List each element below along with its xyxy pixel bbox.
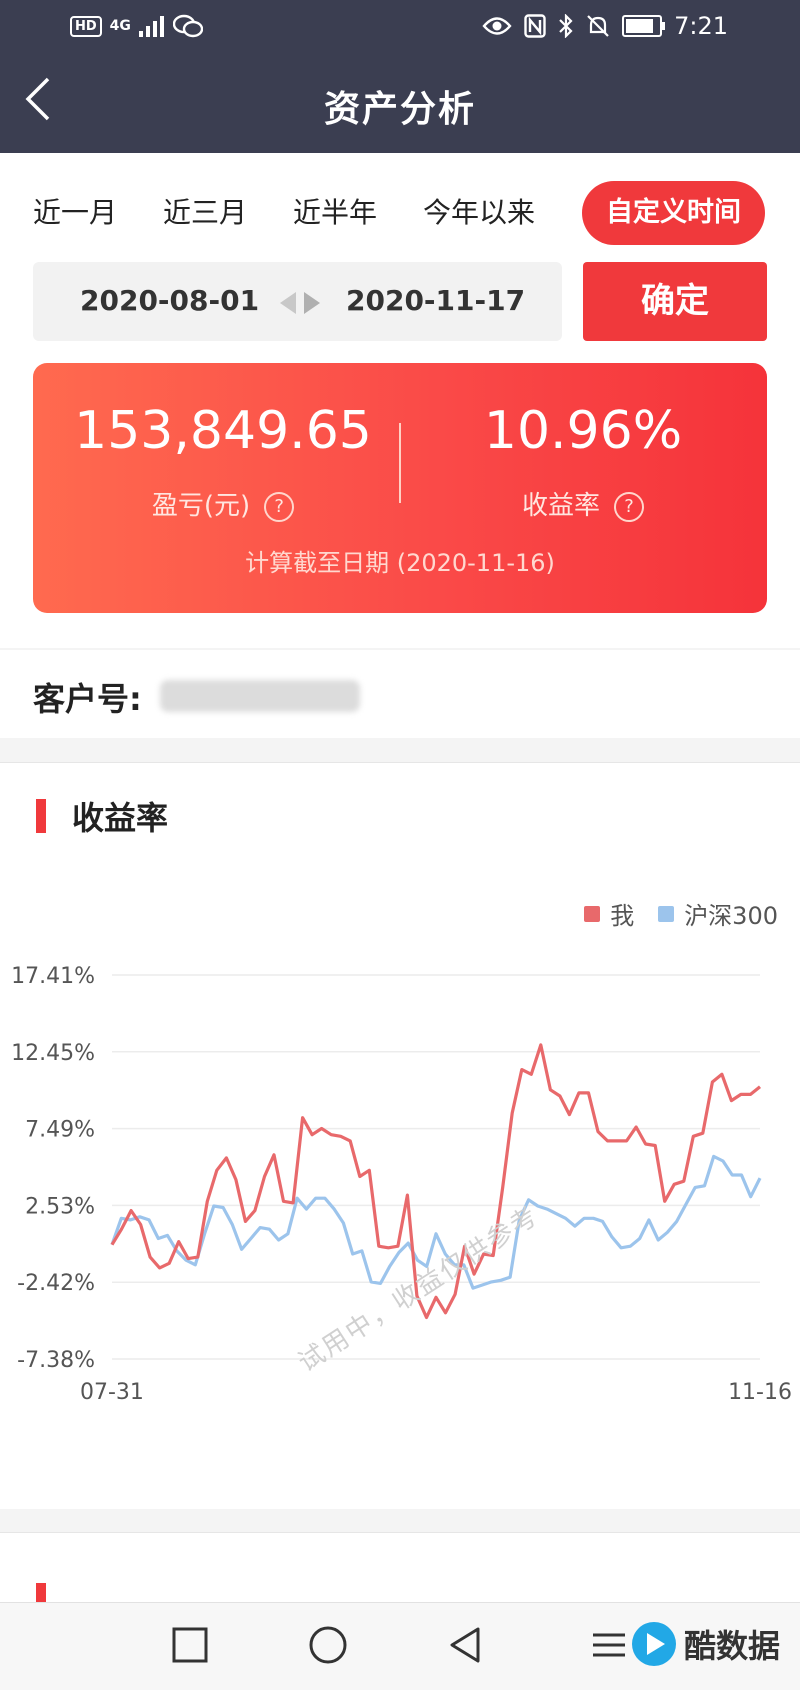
x-tick-label: 07-31 [80, 1380, 144, 1405]
x-tick-label: 11-16 [728, 1380, 792, 1405]
brand-watermark: 酷数据 [631, 1621, 780, 1667]
system-nav-bar: 酷数据 [0, 1602, 800, 1690]
nfc-icon [524, 14, 546, 38]
app-header: 资产分析 [0, 56, 800, 153]
battery-icon [622, 15, 666, 37]
chart-legend: 我 沪深300 [584, 896, 778, 931]
y-tick-label: -7.38% [17, 1348, 95, 1373]
legend-label-mine: 我 [610, 902, 635, 930]
back-nav-icon[interactable] [442, 1621, 490, 1669]
client-id-redacted [160, 680, 360, 712]
return-value: 10.96% [483, 401, 683, 461]
eye-icon [482, 17, 512, 35]
bluetooth-icon [559, 14, 573, 38]
return-label-row: 收益率? [413, 485, 753, 522]
range-arrows-icon [280, 292, 320, 314]
profit-value: 153,849.65 [74, 401, 372, 461]
mute-bell-icon [587, 15, 609, 37]
confirm-button[interactable]: 确定 [583, 262, 767, 341]
legend-item-mine[interactable]: 我 [584, 896, 634, 931]
y-tick-label: 2.53% [25, 1194, 95, 1219]
y-tick-label: 17.41% [11, 964, 95, 989]
profit-label: 盈亏(元) [151, 491, 251, 521]
brand-logo-icon [631, 1622, 676, 1666]
calc-date: 计算截至日期 (2020-11-16) [245, 549, 555, 577]
section-title: 收益率 [72, 799, 169, 837]
help-icon[interactable]: ? [614, 491, 644, 522]
date-range-picker[interactable]: 2020-08-01 2020-11-17 [33, 262, 562, 341]
end-date[interactable]: 2020-11-17 [346, 284, 525, 317]
client-label: 客户号: [33, 680, 142, 718]
client-row: 客户号: [0, 650, 800, 738]
battery-fill [626, 19, 654, 33]
next-section-header [0, 1532, 800, 1603]
section-marker [36, 799, 46, 833]
period-tabs: 近一月 近三月 近半年 今年以来 自定义时间 [0, 181, 800, 245]
legend-swatch-hs300 [658, 905, 675, 922]
status-bar: HD 4G 7:21 [0, 0, 800, 56]
return-section-header: 收益率 [0, 762, 800, 869]
page-title: 资产分析 [323, 89, 476, 130]
tab-year-to-date[interactable]: 今年以来 [423, 191, 535, 231]
brand-name: 酷数据 [683, 1627, 780, 1665]
profit-label-row: 盈亏(元)? [53, 485, 393, 522]
tab-one-month[interactable]: 近一月 [33, 191, 117, 231]
y-tick-label: 7.49% [25, 1118, 95, 1143]
home-icon[interactable] [304, 1621, 352, 1669]
section-marker [36, 1583, 46, 1603]
signal-icon [138, 16, 164, 37]
help-icon[interactable]: ? [264, 491, 295, 522]
start-date[interactable]: 2020-08-01 [80, 284, 259, 317]
recent-apps-icon[interactable] [166, 1621, 214, 1669]
return-label: 收益率 [521, 491, 600, 521]
tab-custom-time[interactable]: 自定义时间 [582, 181, 765, 245]
filter-panel: 近一月 近三月 近半年 今年以来 自定义时间 2020-08-01 2020-1… [0, 153, 800, 648]
menu-icon[interactable] [585, 1621, 633, 1669]
legend-item-hs300[interactable]: 沪深300 [658, 896, 778, 931]
return-line-chart: 17.41% 12.45% 7.49% 2.53% -2.42% -7.38% 07-31 1… [11, 964, 792, 1405]
wechat-icon [172, 14, 203, 38]
clock: 7:21 [674, 12, 728, 40]
y-tick-label: 12.45% [11, 1041, 95, 1066]
summary-card: 153,849.65 盈亏(元)? 10.96% 收益率? 计算截至日期 (20… [33, 363, 767, 613]
y-tick-label: -2.42% [17, 1271, 95, 1296]
return-chart-panel: 17.41% 12.45% 7.49% 2.53% -2.42% -7.38% 07-31 1… [0, 868, 800, 1509]
tab-three-months[interactable]: 近三月 [163, 191, 247, 231]
legend-label-hs300: 沪深300 [684, 902, 778, 930]
tab-half-year[interactable]: 近半年 [293, 191, 377, 231]
status-left: HD 4G [70, 14, 203, 38]
hd-badge: HD [70, 15, 102, 37]
status-right: 7:21 [482, 12, 728, 40]
summary-divider [399, 423, 401, 503]
legend-swatch-mine [584, 905, 601, 922]
network-label: 4G [109, 18, 131, 34]
